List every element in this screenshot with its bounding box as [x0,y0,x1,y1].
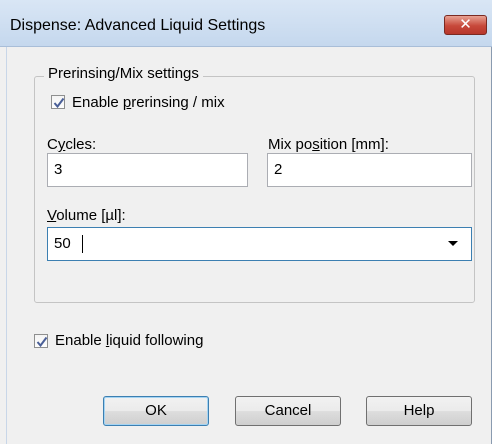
enable-liquid-following-checkbox[interactable] [34,334,48,348]
window-title: Dispense: Advanced Liquid Settings [10,17,266,34]
cycles-label-post: cles: [65,136,97,153]
close-button[interactable]: ✕ [444,15,487,35]
cycles-label: Cycles: [47,136,96,153]
enable-liquid-following-label[interactable]: Enable liquid following [55,332,203,349]
close-icon: ✕ [459,16,472,33]
group-legend: Prerinsing/Mix settings [44,65,203,82]
checkmark-icon [53,97,65,109]
cycles-label-pre: C [47,136,58,153]
enable-prerinsing-label-post: rerinsing / mix [131,94,225,111]
enable-prerinsing-checkbox[interactable] [51,95,65,109]
enable-prerinsing-accelerator: p [122,94,132,111]
title-bar[interactable]: Dispense: Advanced Liquid Settings ✕ [0,0,492,47]
cycles-input[interactable]: 3 [47,153,248,187]
mix-position-label-pre: Mix po [268,136,313,153]
checkmark-icon [36,336,48,348]
mix-position-label-post: ition [mm]: [319,136,389,153]
window-frame-edge [6,47,7,444]
volume-combobox[interactable]: 50 [47,227,472,261]
mix-position-value: 2 [274,161,283,178]
mix-position-input[interactable]: 2 [267,153,472,187]
dialog-window: Dispense: Advanced Liquid Settings ✕ Pre… [0,0,492,444]
dropdown-arrow-icon[interactable] [448,241,458,246]
enable-prerinsing-label-pre: Enable [72,94,123,111]
cycles-value: 3 [54,161,63,178]
liquid-following-label-pre: Enable [55,332,106,349]
volume-value: 50 [54,235,71,252]
volume-label: Volume [µl]: [47,207,126,224]
ok-button[interactable]: OK [103,396,209,426]
liquid-following-label-post: iquid following [109,332,204,349]
cancel-button[interactable]: Cancel [235,396,341,426]
help-button[interactable]: Help [366,396,472,426]
mix-position-label: Mix position [mm]: [268,136,389,153]
volume-label-post: olume [µl]: [56,207,126,224]
mix-position-accelerator: s [312,136,320,153]
text-caret [82,235,83,253]
volume-accelerator: V [47,207,57,224]
enable-prerinsing-label[interactable]: Enable prerinsing / mix [72,94,225,111]
